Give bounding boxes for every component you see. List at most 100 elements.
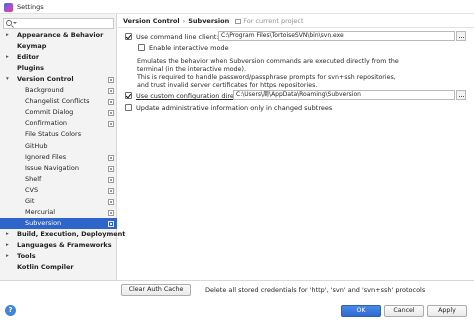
window-title: Settings (17, 3, 44, 11)
settings-tree-item[interactable]: Ignored Files (0, 152, 117, 163)
clear-auth-cache-description: Delete all stored credentials for 'http'… (205, 286, 426, 294)
settings-tree-item[interactable]: Subversion (0, 217, 117, 229)
breadcrumb-section: Version Control (123, 17, 180, 25)
header-divider (118, 27, 474, 28)
settings-tree-item-label: Keymap (17, 42, 47, 51)
project-scope-label: For current project (243, 17, 304, 25)
enable-interactive-mode-label[interactable]: Enable interactive mode (149, 44, 229, 52)
settings-tree-item-label: Mercurial (25, 207, 56, 216)
settings-tree-item-label: Subversion (25, 218, 62, 227)
expand-arrow-icon[interactable]: ▸ (6, 30, 9, 41)
settings-tree-item-label: Background (25, 86, 64, 95)
settings-tree-item-label: CVS (25, 185, 39, 194)
project-config-icon (108, 88, 114, 95)
settings-tree-item-label: Confirmation (25, 119, 68, 128)
settings-tree-item-label: Changelist Conflicts (25, 97, 90, 106)
settings-tree-item-label: Editor (17, 53, 40, 62)
browse-icon (459, 37, 464, 38)
settings-tree-item[interactable]: ▸ Tools (0, 251, 117, 262)
custom-config-dir-path-field[interactable]: C:\Users\周\AppData\Roaming\Subversion (233, 90, 455, 100)
settings-tree-item[interactable]: ▸ Editor (0, 52, 117, 63)
clear-auth-cache-button[interactable]: Clear Auth Cache (121, 284, 191, 296)
use-command-line-client-checkbox[interactable] (125, 33, 132, 40)
settings-search-input[interactable] (3, 18, 114, 29)
settings-tree-item-label: Kotlin Compiler (17, 263, 74, 272)
settings-tree-item[interactable]: GitHub (0, 141, 117, 152)
project-config-icon (108, 77, 114, 84)
project-config-icon (108, 154, 114, 161)
settings-tree-item[interactable]: ▸ Appearance & Behavior (0, 30, 117, 41)
project-config-icon (108, 110, 114, 117)
use-command-line-client-label[interactable]: Use command line client: (136, 33, 219, 41)
settings-tree-item-label: Git (25, 196, 35, 205)
settings-tree-item-label: Tools (17, 252, 36, 260)
cancel-button[interactable]: Cancel (384, 305, 424, 317)
project-config-icon (108, 187, 114, 194)
settings-tree-item[interactable]: Plugins (0, 63, 117, 74)
settings-tree-item[interactable]: Confirmation (0, 118, 117, 129)
expand-arrow-icon[interactable]: ▸ (6, 52, 9, 63)
settings-tree-item-label: Shelf (25, 174, 42, 183)
search-icon (6, 20, 12, 26)
settings-tree-item[interactable]: Commit Dialog (0, 107, 117, 118)
project-config-icon (108, 99, 114, 106)
chevron-down-icon[interactable] (13, 22, 17, 25)
description-line: This is required to handle password/pass… (137, 74, 396, 81)
settings-tree-item[interactable]: Shelf (0, 174, 117, 185)
settings-tree-item-label: Plugins (17, 64, 44, 73)
settings-sidebar: ▸ Appearance & Behavior Keymap ▸ Editor Plugi… (0, 14, 125, 280)
description-line: and trust invalid server certificates fo… (137, 82, 318, 89)
project-config-icon (108, 121, 114, 128)
update-admin-info-label[interactable]: Update administrative information only i… (136, 104, 332, 112)
settings-tree-item-label: Ignored Files (25, 152, 67, 161)
apply-button[interactable]: Apply (427, 305, 467, 317)
settings-tree-item[interactable]: Kotlin Compiler (0, 262, 117, 273)
description-line: terminal (in the interactive mode). (137, 66, 246, 73)
settings-tree-item-label: File Status Colors (25, 130, 82, 139)
expand-arrow-icon[interactable]: ▸ (6, 240, 9, 251)
settings-tree-item-label: Issue Navigation (25, 163, 79, 172)
browse-config-dir-button[interactable] (456, 90, 466, 100)
breadcrumb-separator: › (182, 17, 186, 25)
project-config-icon (108, 198, 114, 205)
title-bar: Settings (0, 0, 474, 14)
update-admin-info-checkbox[interactable] (125, 104, 132, 111)
expand-arrow-icon[interactable]: ▸ (6, 229, 9, 240)
settings-tree-item[interactable]: Changelist Conflicts (0, 96, 117, 107)
ok-button[interactable]: OK (341, 305, 381, 317)
project-scope-icon (235, 19, 242, 24)
project-config-icon (108, 165, 114, 172)
settings-tree-item-label: Version Control (17, 75, 74, 84)
command-line-client-path-field[interactable]: C:\Program Files\TortoiseSVN\bin\svn.exe (218, 31, 455, 41)
expand-arrow-icon[interactable]: ▸ (6, 251, 9, 262)
expand-arrow-open-icon[interactable]: ▾ (6, 74, 9, 85)
use-custom-config-dir-checkbox[interactable] (125, 92, 132, 99)
settings-tree-item[interactable]: ▸ Build, Execution, Deployment (0, 229, 125, 240)
app-logo-icon (4, 3, 13, 12)
settings-tree-item[interactable]: Background (0, 85, 117, 96)
settings-tree-item[interactable]: ▾ Version Control (0, 74, 117, 85)
interactive-mode-description: Emulates the behavior when Subversion co… (137, 58, 467, 90)
enable-interactive-mode-checkbox[interactable] (138, 44, 145, 51)
settings-tree-item[interactable]: File Status Colors (0, 129, 117, 140)
breadcrumb: Version Control › Subversion For current pr… (123, 17, 304, 25)
description-line: Emulates the behavior when Subversion co… (137, 58, 399, 65)
browse-icon (459, 96, 464, 97)
settings-tree-item[interactable]: Git (0, 196, 117, 207)
footer-divider (0, 280, 474, 281)
settings-tree-item-label: GitHub (25, 141, 48, 150)
settings-tree-item[interactable]: ▸ Languages & Frameworks (0, 240, 117, 251)
settings-tree-item[interactable]: Keymap (0, 41, 117, 52)
settings-tree-item-label: Appearance & Behavior (17, 31, 104, 39)
browse-command-line-client-button[interactable] (456, 31, 466, 41)
project-config-icon (108, 220, 114, 227)
settings-tree-item[interactable]: CVS (0, 185, 117, 196)
settings-tree-item[interactable]: Mercurial (0, 207, 117, 218)
project-config-icon (108, 176, 114, 183)
settings-tree-item-label: Languages & Frameworks (17, 240, 112, 249)
help-icon[interactable]: ? (5, 305, 16, 316)
project-config-icon (108, 209, 114, 216)
breadcrumb-page: Subversion (188, 17, 230, 25)
settings-tree-item-label: Commit Dialog (25, 108, 74, 117)
settings-tree-item[interactable]: Issue Navigation (0, 163, 117, 174)
